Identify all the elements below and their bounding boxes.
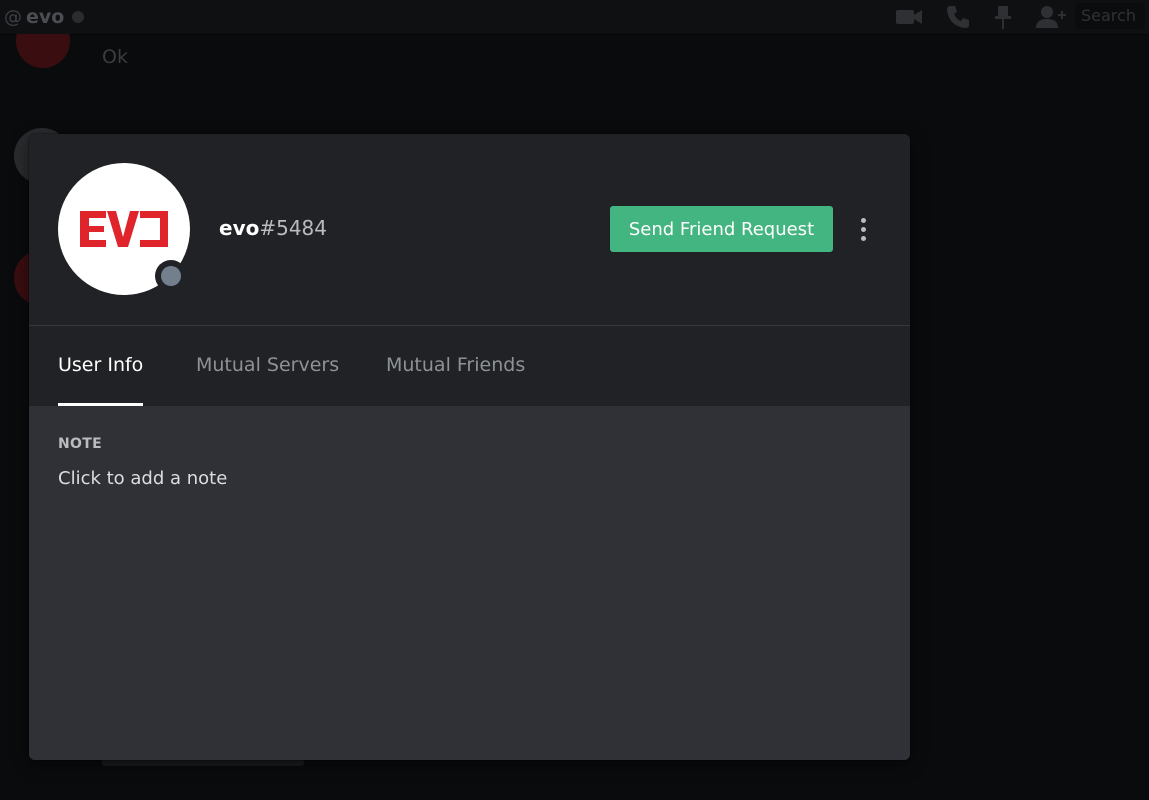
tab-mutual-friends[interactable]: Mutual Friends <box>386 326 525 406</box>
tab-user-info[interactable]: User Info <box>58 326 144 406</box>
add-friend-icon[interactable] <box>1035 5 1067 29</box>
video-camera-icon[interactable] <box>895 7 923 27</box>
pin-icon[interactable] <box>993 4 1013 30</box>
phone-icon[interactable] <box>945 4 971 30</box>
user-profile-modal: evo#5484 Send Friend Request User Info M… <box>29 134 910 760</box>
more-vertical-icon[interactable] <box>851 214 875 244</box>
profile-header: evo#5484 Send Friend Request <box>29 134 910 325</box>
user-info-panel: NOTE Click to add a note <box>29 406 910 760</box>
message-text: Ok <box>102 46 128 68</box>
status-dot <box>72 11 85 23</box>
status-indicator <box>155 260 187 292</box>
tab-mutual-servers[interactable]: Mutual Servers <box>196 326 339 406</box>
offline-status-icon <box>161 266 181 286</box>
channel-header: @ evo Search <box>0 0 1149 35</box>
at-icon: @ <box>4 6 22 28</box>
profile-username[interactable]: evo#5484 <box>219 216 327 240</box>
note-input[interactable]: Click to add a note <box>58 468 227 489</box>
username: evo <box>219 216 260 240</box>
note-label: NOTE <box>58 436 102 452</box>
discriminator: #5484 <box>259 216 327 240</box>
send-friend-request-button[interactable]: Send Friend Request <box>610 206 833 252</box>
search-input[interactable]: Search <box>1075 3 1145 29</box>
evo-logo <box>80 211 168 247</box>
profile-tabs: User Info Mutual Servers Mutual Friends <box>29 326 910 406</box>
channel-name: evo <box>26 6 65 28</box>
